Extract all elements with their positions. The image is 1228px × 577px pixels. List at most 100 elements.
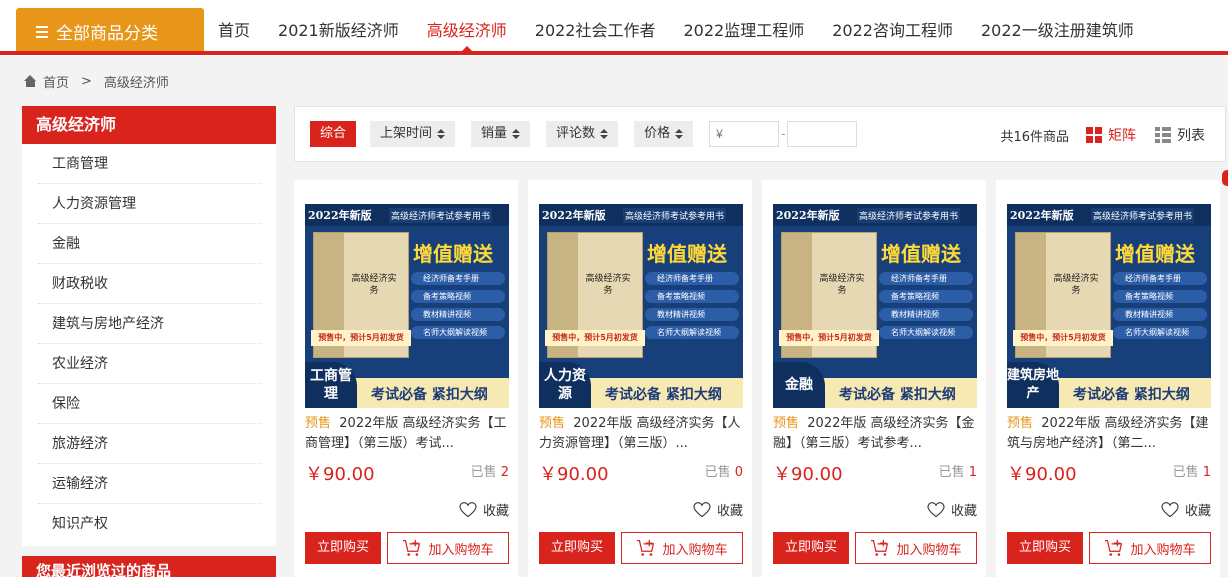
sold-number: 1 — [968, 465, 977, 480]
cover-ref: 高级经济师考试参考用书 — [857, 208, 961, 223]
sort-sales-button[interactable]: 销量 — [471, 121, 531, 147]
book-title: 高级经济实务 — [351, 274, 397, 296]
cart-icon — [871, 539, 889, 556]
product-title[interactable]: 预售 2022年版 高级经济实务【金融】（第三版）考试参考... — [773, 414, 977, 454]
sold-label: 已售 — [704, 465, 731, 480]
product-title[interactable]: 预售 2022年版 高级经济实务【工商管理】（第三版）考试... — [305, 414, 509, 454]
book-title: 高级经济实务 — [585, 274, 631, 296]
product-card[interactable]: 2022年新版 高级经济师考试参考用书 高级经济实务 增值赠送 经济师备考手册 … — [996, 180, 1220, 577]
sold-number: 1 — [1202, 465, 1211, 480]
nav-item-registered-architect[interactable]: 2022一级注册建筑师 — [967, 10, 1148, 51]
heart-icon — [927, 501, 945, 517]
favorite-button[interactable]: 收藏 — [693, 500, 743, 519]
sidebar-item-transport[interactable]: 运输经济 — [38, 464, 262, 504]
book-title: 高级经济实务 — [819, 274, 865, 296]
cover-presale-note: 预售中，预计5月初发货 — [311, 330, 411, 346]
sort-reviews-button[interactable]: 评论数 — [546, 121, 619, 147]
product-price: ￥90.00 — [305, 464, 375, 485]
product-title[interactable]: 预售 2022年版 高级经济实务【建筑与房地产经济】（第二... — [1007, 414, 1211, 454]
cover-presale-note: 预售中，预计5月初发货 — [545, 330, 645, 346]
sidebar-item-real-estate[interactable]: 建筑与房地产经济 — [38, 304, 262, 344]
sold-label: 已售 — [938, 465, 965, 480]
cover-feature: 备考策略视频 — [411, 290, 505, 303]
sort-default-button[interactable]: 综合 — [310, 121, 357, 147]
add-to-cart-button[interactable]: 加入购物车 — [1089, 532, 1211, 564]
breadcrumb-home[interactable]: 首页 — [43, 72, 69, 91]
add-to-cart-button[interactable]: 加入购物车 — [855, 532, 977, 564]
buy-now-button[interactable]: 立即购买 — [305, 532, 381, 564]
buy-now-button[interactable]: 立即购买 — [539, 532, 615, 564]
product-cover-image[interactable]: 2022年新版 高级经济师考试参考用书 高级经济实务 增值赠送 经济师备考手册 … — [539, 204, 743, 408]
cover-feature: 名师大纲解读视频 — [645, 326, 739, 339]
nav-item-supervision-engineer[interactable]: 2022监理工程师 — [670, 10, 819, 51]
all-categories-button[interactable]: 全部商品分类 — [16, 8, 204, 55]
product-cover-image[interactable]: 2022年新版 高级经济师考试参考用书 高级经济实务 增值赠送 经济师备考手册 … — [305, 204, 509, 408]
sidebar-title: 高级经济师 — [22, 106, 276, 144]
cover-feature: 经济师备考手册 — [1113, 272, 1207, 285]
favorite-label: 收藏 — [716, 504, 743, 519]
book-title: 高级经济实务 — [1053, 274, 1099, 296]
nav-item-home[interactable]: 首页 — [204, 10, 264, 51]
price-max-input[interactable] — [787, 121, 858, 147]
grid-view-toggle[interactable]: 矩阵 — [1086, 125, 1136, 145]
cover-feature: 经济师备考手册 — [411, 272, 505, 285]
favorite-button[interactable]: 收藏 — [459, 500, 509, 519]
nav-item-consulting-engineer[interactable]: 2022咨询工程师 — [818, 10, 967, 51]
product-total-count: 共16件商品 — [1000, 130, 1069, 145]
add-to-cart-button[interactable]: 加入购物车 — [387, 532, 509, 564]
cover-slogan: 考试必备 紧扣大纲 — [839, 387, 956, 403]
sidebar-item-human-resources[interactable]: 人力资源管理 — [38, 184, 262, 224]
sort-default-label: 综合 — [320, 126, 347, 141]
add-to-cart-button[interactable]: 加入购物车 — [621, 532, 743, 564]
list-view-toggle[interactable]: 列表 — [1155, 125, 1205, 145]
sort-arrows-icon — [437, 129, 446, 139]
sort-price-button[interactable]: 价格 — [634, 121, 694, 147]
sidebar-item-taxation[interactable]: 财政税收 — [38, 264, 262, 304]
cover-slogan: 考试必备 紧扣大纲 — [371, 387, 488, 403]
sold-count: 已售 1 — [1173, 461, 1211, 480]
sold-count: 已售 0 — [705, 461, 743, 480]
sidebar-item-tourism[interactable]: 旅游经济 — [38, 424, 262, 464]
product-title[interactable]: 预售 2022年版 高级经济实务【人力资源管理】（第三版）... — [539, 414, 743, 454]
price-min-input[interactable] — [709, 121, 780, 147]
product-card[interactable]: 2022年新版 高级经济师考试参考用书 高级经济实务 增值赠送 经济师备考手册 … — [528, 180, 752, 577]
presale-tag: 预售 — [539, 416, 566, 431]
breadcrumb: 首页 > 高级经济师 — [24, 70, 169, 92]
cart-icon — [637, 539, 655, 556]
cover-presale-note: 预售中，预计5月初发货 — [779, 330, 879, 346]
sort-sales-label: 销量 — [481, 126, 508, 141]
buy-now-button[interactable]: 立即购买 — [1007, 532, 1083, 564]
sidebar-item-business-admin[interactable]: 工商管理 — [38, 144, 262, 184]
cover-feature: 教材精讲视频 — [411, 308, 505, 321]
cover-bonus: 增值赠送 — [1115, 242, 1195, 266]
cover-bonus: 增值赠送 — [413, 242, 493, 266]
sort-time-label: 上架时间 — [380, 126, 433, 141]
sidebar-item-finance[interactable]: 金融 — [38, 224, 262, 264]
grid-view-label: 矩阵 — [1108, 128, 1136, 144]
favorite-button[interactable]: 收藏 — [927, 500, 977, 519]
product-card[interactable]: 2022年新版 高级经济师考试参考用书 高级经济实务 增值赠送 经济师备考手册 … — [762, 180, 986, 577]
sort-time-button[interactable]: 上架时间 — [370, 121, 456, 147]
sidebar-item-agriculture[interactable]: 农业经济 — [38, 344, 262, 384]
product-card[interactable]: 2022年新版 高级经济师考试参考用书 高级经济实务 增值赠送 经济师备考手册 … — [294, 180, 518, 577]
nav-item-2021-economist[interactable]: 2021新版经济师 — [264, 10, 413, 51]
cover-bonus: 增值赠送 — [647, 242, 727, 266]
product-cover-image[interactable]: 2022年新版 高级经济师考试参考用书 高级经济实务 增值赠送 经济师备考手册 … — [1007, 204, 1211, 408]
product-cover-image[interactable]: 2022年新版 高级经济师考试参考用书 高级经济实务 增值赠送 经济师备考手册 … — [773, 204, 977, 408]
cover-year: 2022年新版 — [308, 209, 372, 222]
cover-badge: 金融 — [773, 362, 825, 408]
presale-tag: 预售 — [305, 416, 332, 431]
favorite-label: 收藏 — [482, 504, 509, 519]
floating-side-tab[interactable] — [1222, 170, 1228, 186]
sidebar-item-ip[interactable]: 知识产权 — [38, 504, 262, 544]
cover-slogan: 考试必备 紧扣大纲 — [1073, 387, 1190, 403]
buy-now-button[interactable]: 立即购买 — [773, 532, 849, 564]
nav-item-senior-economist[interactable]: 高级经济师 — [413, 10, 521, 52]
add-to-cart-label: 加入购物车 — [662, 542, 728, 558]
list-view-label: 列表 — [1177, 128, 1205, 144]
list-view-icon — [1155, 127, 1171, 143]
nav-item-social-worker[interactable]: 2022社会工作者 — [521, 10, 670, 51]
favorite-button[interactable]: 收藏 — [1161, 500, 1211, 519]
cover-feature: 名师大纲解读视频 — [411, 326, 505, 339]
sidebar-item-insurance[interactable]: 保险 — [38, 384, 262, 424]
